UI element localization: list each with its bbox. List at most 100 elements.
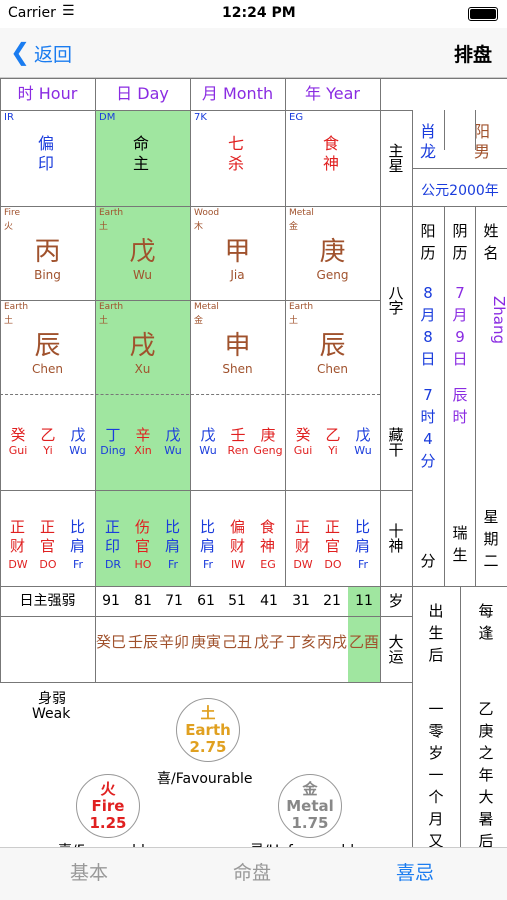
- hidden-stem: 庚: [260, 426, 276, 444]
- luck-pillar[interactable]: 己丑: [221, 616, 253, 682]
- wifi-icon: ☰: [62, 3, 75, 19]
- luck-pillar[interactable]: 辛卯: [158, 616, 190, 682]
- hidden-stem: 壬: [230, 426, 246, 444]
- ten-god-top: 食神: [323, 134, 340, 173]
- hidden-stem-pinyin: Gui: [293, 444, 313, 457]
- luck-pillar[interactable]: 庚寅: [190, 616, 222, 682]
- element-earth-zh: 土: [200, 704, 216, 722]
- name-label: 姓名: [483, 222, 499, 262]
- grid-line: [412, 110, 413, 848]
- age-cell[interactable]: 81: [127, 586, 159, 616]
- age-cell[interactable]: 71: [158, 586, 190, 616]
- luck-pillar[interactable]: 乙酉: [348, 616, 380, 682]
- chevron-left-icon[interactable]: ❮: [10, 38, 30, 66]
- luck-pillar[interactable]: 壬辰: [127, 616, 159, 682]
- branch-pinyin: Chen: [32, 362, 63, 376]
- hidden-stem: 乙: [40, 426, 56, 444]
- hidden-stem: 癸: [10, 426, 26, 444]
- element-fire-val: 1.25: [89, 814, 127, 832]
- branch-pinyin: Xu: [134, 362, 151, 376]
- heavenly-stem: 甲: [224, 237, 251, 267]
- element-label: Earth: [4, 302, 29, 312]
- pillar-header: 日 Day: [116, 84, 169, 103]
- solar-time: 7时4分: [420, 386, 436, 470]
- age-cell[interactable]: 31: [285, 586, 317, 616]
- hidden-stem-pinyin: Wu: [354, 444, 372, 457]
- age-cell[interactable]: 61: [190, 586, 222, 616]
- ten-god-abbr: DM: [99, 112, 116, 123]
- element-metal-val: 1.75: [291, 814, 329, 832]
- earthly-branch: 辰: [319, 331, 346, 361]
- tab-favourable[interactable]: 喜忌: [396, 858, 434, 885]
- grid-line: [380, 78, 381, 682]
- stem-pinyin: Bing: [34, 268, 61, 282]
- ten-god: 伤官: [135, 518, 151, 555]
- element-metal: 金 Metal 1.75: [278, 774, 342, 838]
- grid-line: [444, 110, 445, 150]
- label-age: 岁: [388, 592, 404, 610]
- stem-pinyin: Jia: [230, 268, 245, 282]
- branch-pinyin: Shen: [222, 362, 253, 376]
- ten-god-abbr: Fr: [357, 558, 369, 571]
- age-cell[interactable]: 91: [95, 586, 127, 616]
- tab-basic[interactable]: 基本: [70, 858, 108, 885]
- age-cell[interactable]: 21: [316, 586, 348, 616]
- ten-god: 比肩: [165, 518, 181, 555]
- element-label: Metal: [289, 208, 314, 218]
- hidden-stem: 戊: [200, 426, 216, 444]
- earthly-branch: 戌: [129, 331, 156, 361]
- ten-god: 偏财: [230, 518, 246, 555]
- luck-pillar[interactable]: 丙戌: [316, 616, 348, 682]
- age-cell[interactable]: 41: [253, 586, 285, 616]
- ten-god-abbr: EG: [289, 112, 304, 123]
- tab-chart[interactable]: 命盘: [233, 858, 271, 885]
- age-cell[interactable]: 11: [348, 586, 380, 616]
- luck-pillar[interactable]: 癸巳: [95, 616, 127, 682]
- hidden-stem-pinyin: Wu: [164, 444, 182, 457]
- lunar-extra: 瑞生: [452, 524, 468, 564]
- ten-god-top: 偏印: [38, 134, 55, 173]
- lunar-date: 7月9日: [452, 284, 468, 368]
- back-button[interactable]: 返回: [34, 40, 72, 67]
- grid-line: [475, 110, 476, 150]
- hidden-stem: 戊: [70, 426, 86, 444]
- grid-line: [0, 616, 412, 617]
- gender-value: 阳男: [474, 122, 491, 161]
- weekday: 星期二: [483, 508, 499, 570]
- pillar-header: 年 Year: [305, 84, 360, 103]
- element-label: Fire: [4, 208, 21, 218]
- element-earth: 土 Earth 2.75: [176, 698, 240, 762]
- element-label: Earth: [99, 208, 124, 218]
- hidden-stem-pinyin: Xin: [134, 444, 152, 457]
- pillar-header: 月 Month: [201, 84, 274, 103]
- label-hidden-stems: 藏干: [386, 427, 405, 457]
- lunar-time: 辰时: [452, 386, 468, 426]
- hidden-stem: 丁: [105, 426, 121, 444]
- luck-pillar[interactable]: 丁亥: [285, 616, 317, 682]
- label-main-star: 主星: [386, 143, 405, 173]
- hidden-stem-pinyin: Geng: [253, 444, 283, 457]
- navigation-bar: ❮ 返回 排盘: [0, 28, 507, 78]
- favourable-label: 喜/Favourable: [157, 771, 253, 787]
- element-earth-en: Earth: [185, 721, 231, 739]
- hidden-stem-pinyin: Yi: [328, 444, 338, 457]
- ten-god-abbr: DR: [104, 558, 122, 571]
- luck-pillar[interactable]: 戊子: [253, 616, 285, 682]
- branch-pinyin: Chen: [317, 362, 348, 376]
- weak-en: Weak: [32, 706, 71, 722]
- weak-zh: 身弱: [38, 691, 66, 707]
- ten-god: 比肩: [200, 518, 216, 555]
- grid-line: [190, 78, 191, 586]
- ten-god-abbr: DW: [293, 558, 313, 571]
- time-label: 12:24 PM: [222, 5, 296, 21]
- grid-line: [412, 168, 507, 169]
- grid-line: [0, 586, 1, 682]
- hidden-stem-pinyin: Yi: [43, 444, 53, 457]
- age-cell[interactable]: 51: [221, 586, 253, 616]
- ten-god-abbr: 7K: [194, 112, 207, 123]
- solar-date: 8月8日: [420, 284, 436, 368]
- solar-label: 阳历: [420, 222, 436, 262]
- year-ad: 公元2000年: [421, 183, 499, 199]
- stem-pinyin: Geng: [316, 268, 349, 282]
- element-label: Metal: [194, 302, 219, 312]
